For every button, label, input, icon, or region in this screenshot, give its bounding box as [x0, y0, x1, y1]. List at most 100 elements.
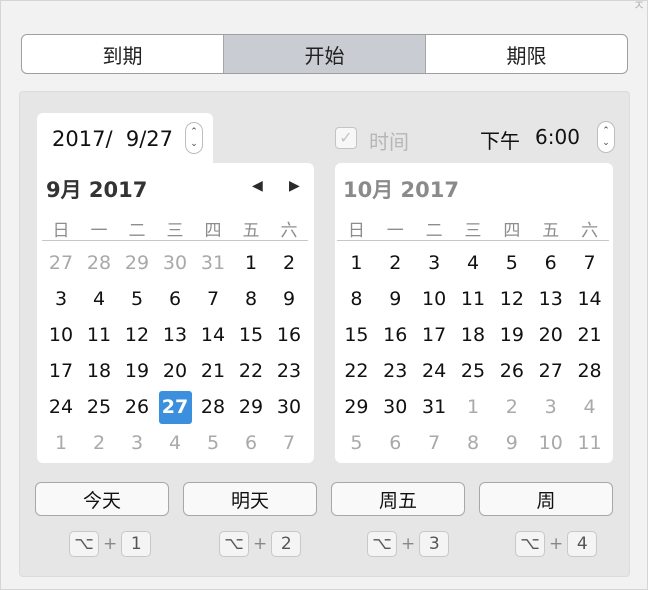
day-cell[interactable]: 1	[42, 425, 80, 461]
day-cell[interactable]: 24	[415, 353, 454, 389]
day-cell[interactable]: 13	[531, 281, 570, 317]
day-cell[interactable]: 29	[337, 389, 376, 425]
day-cell[interactable]: 6	[232, 425, 270, 461]
day-cell[interactable]: 10	[415, 281, 454, 317]
day-cell[interactable]: 24	[42, 389, 80, 425]
day-cell[interactable]: 8	[454, 425, 493, 461]
day-cell[interactable]: 4	[156, 425, 194, 461]
day-cell[interactable]: 12	[118, 317, 156, 353]
day-cell[interactable]: 29	[232, 389, 270, 425]
day-cell[interactable]: 10	[531, 425, 570, 461]
day-cell[interactable]: 9	[492, 425, 531, 461]
time-stepper[interactable]: ⌃ ⌄	[597, 121, 615, 153]
day-cell[interactable]: 26	[492, 353, 531, 389]
day-cell[interactable]: 27	[531, 353, 570, 389]
day-cell[interactable]: 4	[570, 389, 609, 425]
day-cell[interactable]: 14	[570, 281, 609, 317]
day-cell[interactable]: 2	[376, 245, 415, 281]
day-cell[interactable]: 16	[270, 317, 308, 353]
day-cell[interactable]: 20	[156, 353, 194, 389]
day-cell[interactable]: 28	[570, 353, 609, 389]
day-cell[interactable]: 1	[337, 245, 376, 281]
day-cell[interactable]: 11	[570, 425, 609, 461]
day-cell[interactable]: 18	[80, 353, 118, 389]
day-cell[interactable]: 8	[337, 281, 376, 317]
day-cell[interactable]: 11	[80, 317, 118, 353]
stepper-down-icon[interactable]: ⌄	[602, 137, 610, 149]
day-cell[interactable]: 1	[454, 389, 493, 425]
day-cell[interactable]: 22	[232, 353, 270, 389]
day-cell[interactable]: 1	[232, 245, 270, 281]
day-cell[interactable]: 2	[492, 389, 531, 425]
day-cell[interactable]: 21	[194, 353, 232, 389]
day-cell[interactable]: 27	[42, 245, 80, 281]
day-cell[interactable]: 19	[118, 353, 156, 389]
ampm-label[interactable]: 下午	[480, 125, 520, 154]
day-cell[interactable]: 5	[337, 425, 376, 461]
day-cell[interactable]: 25	[80, 389, 118, 425]
day-cell[interactable]: 12	[492, 281, 531, 317]
day-cell[interactable]: 6	[531, 245, 570, 281]
day-cell[interactable]: 13	[156, 317, 194, 353]
day-cell[interactable]: 19	[492, 317, 531, 353]
today-button[interactable]: 今天	[35, 482, 169, 516]
day-cell[interactable]: 6	[376, 425, 415, 461]
day-cell[interactable]: 28	[194, 389, 232, 425]
day-cell[interactable]: 9	[376, 281, 415, 317]
date-field[interactable]: 2017/ 9/27 ⌃ ⌄	[37, 113, 213, 165]
day-cell[interactable]: 17	[415, 317, 454, 353]
day-cell[interactable]: 2	[270, 245, 308, 281]
day-cell[interactable]: 31	[415, 389, 454, 425]
friday-button[interactable]: 周五	[331, 482, 465, 516]
day-cell[interactable]: 22	[337, 353, 376, 389]
day-cell[interactable]: 4	[80, 281, 118, 317]
prev-month-icon[interactable]: ◀	[252, 178, 263, 194]
next-month-icon[interactable]: ▶	[289, 178, 300, 194]
stepper-down-icon[interactable]: ⌄	[190, 138, 198, 150]
day-cell[interactable]: 30	[156, 245, 194, 281]
day-cell[interactable]: 5	[118, 281, 156, 317]
day-cell[interactable]: 11	[454, 281, 493, 317]
day-cell[interactable]: 18	[454, 317, 493, 353]
day-cell[interactable]: 28	[80, 245, 118, 281]
tab-deadline[interactable]: 期限	[426, 35, 627, 73]
day-cell[interactable]: 5	[492, 245, 531, 281]
day-cell[interactable]: 7	[415, 425, 454, 461]
time-checkbox[interactable]: ✓	[335, 127, 357, 149]
day-cell[interactable]: 7	[270, 425, 308, 461]
stepper-up-icon[interactable]: ⌃	[602, 125, 610, 137]
time-value[interactable]: 6:00	[535, 125, 580, 149]
date-stepper[interactable]: ⌃ ⌄	[185, 122, 203, 154]
day-cell[interactable]: 2	[80, 425, 118, 461]
day-cell[interactable]: 15	[232, 317, 270, 353]
day-cell[interactable]: 21	[570, 317, 609, 353]
day-cell[interactable]: 6	[156, 281, 194, 317]
day-cell[interactable]: 9	[270, 281, 308, 317]
day-cell[interactable]: 7	[570, 245, 609, 281]
day-cell[interactable]: 16	[376, 317, 415, 353]
day-cell[interactable]: 3	[531, 389, 570, 425]
day-cell[interactable]: 14	[194, 317, 232, 353]
tab-start[interactable]: 开始	[224, 35, 426, 73]
day-cell[interactable]: 20	[531, 317, 570, 353]
day-cell[interactable]: 23	[376, 353, 415, 389]
day-cell[interactable]: 7	[194, 281, 232, 317]
day-cell[interactable]: 15	[337, 317, 376, 353]
day-cell[interactable]: 30	[376, 389, 415, 425]
day-cell[interactable]: 10	[42, 317, 80, 353]
day-cell[interactable]: 4	[454, 245, 493, 281]
day-cell[interactable]: 23	[270, 353, 308, 389]
day-cell[interactable]: 5	[194, 425, 232, 461]
week-button[interactable]: 周	[479, 482, 613, 516]
tomorrow-button[interactable]: 明天	[183, 482, 317, 516]
day-cell[interactable]: 29	[118, 245, 156, 281]
selected-day-cell[interactable]: 27	[156, 389, 194, 425]
day-cell[interactable]: 26	[118, 389, 156, 425]
day-cell[interactable]: 3	[415, 245, 454, 281]
stepper-up-icon[interactable]: ⌃	[190, 126, 198, 138]
day-cell[interactable]: 3	[118, 425, 156, 461]
tab-due[interactable]: 到期	[22, 35, 224, 73]
date-value[interactable]: 2017/ 9/27	[52, 127, 173, 151]
day-cell[interactable]: 8	[232, 281, 270, 317]
day-cell[interactable]: 31	[194, 245, 232, 281]
